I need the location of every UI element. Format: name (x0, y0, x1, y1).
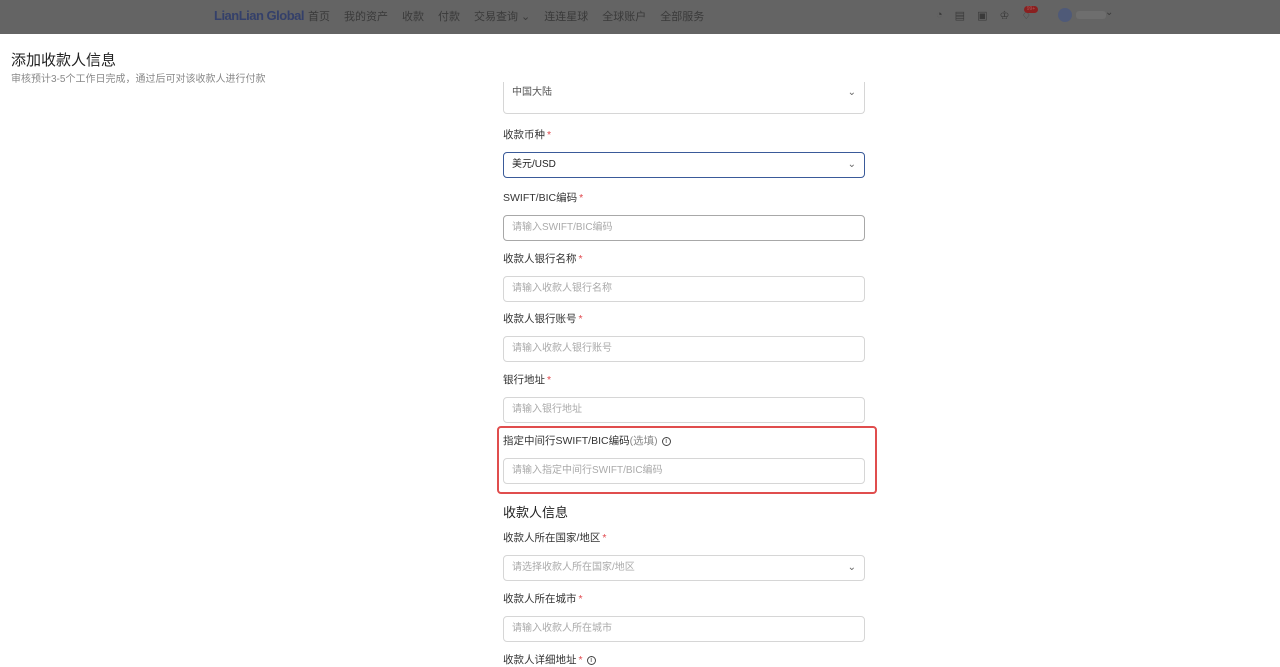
payee-country-field: 收款人所在国家/地区 * 请选择收款人所在国家/地区 ⌄ (503, 530, 865, 581)
info-icon[interactable]: i (586, 655, 596, 665)
nav-home[interactable]: 首页 (308, 8, 330, 24)
nav-planet[interactable]: 连连星球 (544, 8, 588, 24)
bank-address-input[interactable]: 请输入银行地址 (503, 397, 865, 423)
nav-menu: 首页 我的资产 收款 付款 交易查询 ⌄ 连连星球 全球账户 全部服务 (308, 8, 704, 24)
crown-icon[interactable]: ♔ (999, 9, 1009, 22)
section-title: 收款人信息 (503, 505, 569, 520)
intermediary-swift-input[interactable]: 请输入指定中间行SWIFT/BIC编码 (503, 458, 865, 484)
bank-name-input[interactable]: 请输入收款人银行名称 (503, 276, 865, 302)
nav-assets[interactable]: 我的资产 (344, 8, 388, 24)
payee-city-input[interactable]: 请输入收款人所在城市 (503, 616, 865, 642)
top-nav: LianLian Global 首页 我的资产 收款 付款 交易查询 ⌄ 连连星… (0, 0, 1280, 34)
modal-title: 添加收款人信息 (11, 52, 117, 69)
bank-account-field: 收款人银行账号 * 请输入收款人银行账号 (503, 311, 865, 362)
bank-account-input[interactable]: 请输入收款人银行账号 (503, 336, 865, 362)
swift-field: SWIFT/BIC编码 * 请输入SWIFT/BIC编码 (503, 190, 865, 241)
notification-badge: 99+ (1024, 6, 1038, 13)
region-field: 中国大陆 ⌄ (503, 82, 865, 114)
username[interactable] (1076, 11, 1106, 19)
bank-name-field: 收款人银行名称 * 请输入收款人银行名称 (503, 251, 865, 302)
modal-subtitle: 审核预计3-5个工作日完成，通过后可对该收款人进行付款 (11, 74, 266, 85)
swift-input[interactable]: 请输入SWIFT/BIC编码 (503, 215, 865, 241)
chevron-down-icon[interactable]: ⌄ (1105, 7, 1113, 18)
avatar[interactable] (1058, 8, 1072, 22)
bank-address-field: 银行地址 * 请输入银行地址 (503, 372, 865, 423)
intermediary-swift-field: 指定中间行SWIFT/BIC编码(选填) i 请输入指定中间行SWIFT/BIC编… (503, 433, 865, 484)
gift-icon[interactable]: ▣ (977, 9, 987, 22)
payee-country-select[interactable]: 请选择收款人所在国家/地区 ⌄ (503, 555, 865, 581)
nav-transactions[interactable]: 交易查询 ⌄ (474, 8, 530, 24)
payee-address-field: 收款人详细地址 * i (503, 652, 865, 666)
payee-city-field: 收款人所在城市 * 请输入收款人所在城市 (503, 591, 865, 642)
chevron-down-icon: ⌄ (847, 87, 856, 98)
nav-all-services[interactable]: 全部服务 (660, 8, 704, 24)
nav-global-account[interactable]: 全球账户 (602, 8, 646, 24)
nav-pay[interactable]: 付款 (438, 8, 460, 24)
chevron-down-icon: ⌄ (847, 159, 856, 170)
logo[interactable]: LianLian Global (214, 8, 305, 23)
nav-icons: ◔ ▤ ▣ ♔ ♢ (936, 9, 1031, 22)
info-icon[interactable]: i (661, 436, 671, 446)
document-icon[interactable]: ▤ (955, 9, 965, 22)
help-icon[interactable]: ◔ (936, 9, 943, 22)
currency-select[interactable]: 美元/USD ⌄ (503, 152, 865, 178)
chevron-down-icon: ⌄ (847, 562, 856, 573)
region-select[interactable]: 中国大陆 ⌄ (503, 82, 865, 114)
currency-field: 收款币种 * 美元/USD ⌄ (503, 127, 865, 178)
nav-receive[interactable]: 收款 (402, 8, 424, 24)
add-payee-modal: 添加收款人信息 审核预计3-5个工作日完成，通过后可对该收款人进行付款 中国大陆… (0, 34, 1280, 667)
